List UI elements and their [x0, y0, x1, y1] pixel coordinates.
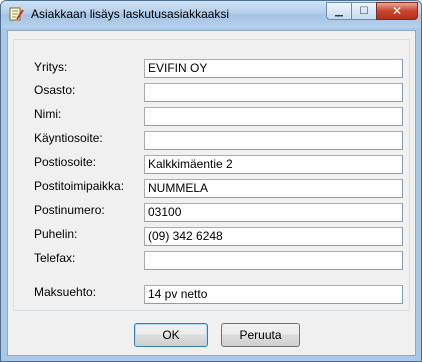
label-telefax: Telefax: — [34, 251, 76, 265]
post-office-field[interactable]: NUMMELA — [144, 179, 403, 198]
payment-terms-field[interactable]: 14 pv netto — [144, 285, 403, 304]
label-postitoimipaikka: Postitoimipaikka: — [34, 179, 125, 193]
label-postiosoite: Postiosoite: — [34, 155, 97, 169]
visiting-address-field[interactable] — [144, 131, 403, 150]
fax-field[interactable] — [144, 251, 403, 270]
close-icon: ✕ — [391, 4, 403, 18]
company-field[interactable]: EVIFIN OY — [144, 59, 403, 78]
dialog-window: Asiakkaan lisäys laskutusasiakkaaksi ▁ ☐… — [0, 0, 422, 362]
phone-field[interactable]: (09) 342 6248 — [144, 227, 403, 246]
label-puhelin: Puhelin: — [34, 227, 78, 241]
minimize-button[interactable]: ▁ — [326, 2, 352, 20]
postal-address-field[interactable]: Kalkkimäentie 2 — [144, 155, 403, 174]
label-maksuehto: Maksuehto: — [34, 285, 97, 299]
ok-button[interactable]: OK — [134, 323, 208, 347]
department-field[interactable] — [144, 83, 403, 102]
label-yritys: Yritys: — [34, 60, 68, 74]
label-kayntiosoite: Käyntiosoite: — [34, 131, 103, 145]
window-title: Asiakkaan lisäys laskutusasiakkaaksi — [31, 7, 230, 21]
customer-info-group: Yritys: EVIFIN OY Osasto: Nimi: Käyntios… — [13, 39, 410, 311]
close-button[interactable]: ✕ — [376, 2, 418, 20]
title-bar[interactable]: Asiakkaan lisäys laskutusasiakkaaksi ▁ ☐… — [1, 1, 421, 28]
label-osasto: Osasto: — [34, 83, 76, 97]
notepad-pen-icon — [8, 6, 24, 22]
maximize-button[interactable]: ☐ — [351, 2, 377, 20]
label-postinumero: Postinumero: — [34, 203, 105, 217]
dialog-client-area: Yritys: EVIFIN OY Osasto: Nimi: Käyntios… — [7, 30, 416, 356]
minimize-icon: ▁ — [335, 5, 343, 17]
maximize-icon: ☐ — [359, 5, 369, 17]
cancel-button[interactable]: Peruuta — [221, 323, 300, 347]
name-field[interactable] — [144, 107, 403, 126]
postal-code-field[interactable]: 03100 — [144, 203, 403, 222]
label-nimi: Nimi: — [34, 107, 62, 121]
